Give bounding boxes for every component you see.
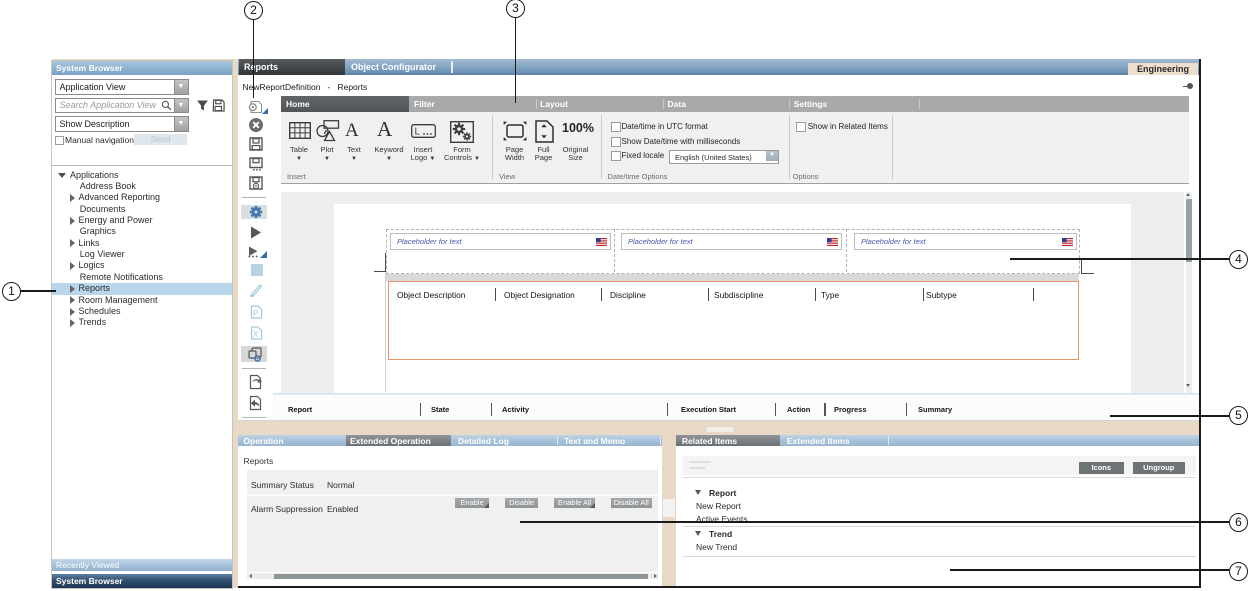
svg-text:L: L xyxy=(415,127,421,138)
svg-text:X: X xyxy=(253,330,259,339)
svg-text:P: P xyxy=(253,309,258,318)
